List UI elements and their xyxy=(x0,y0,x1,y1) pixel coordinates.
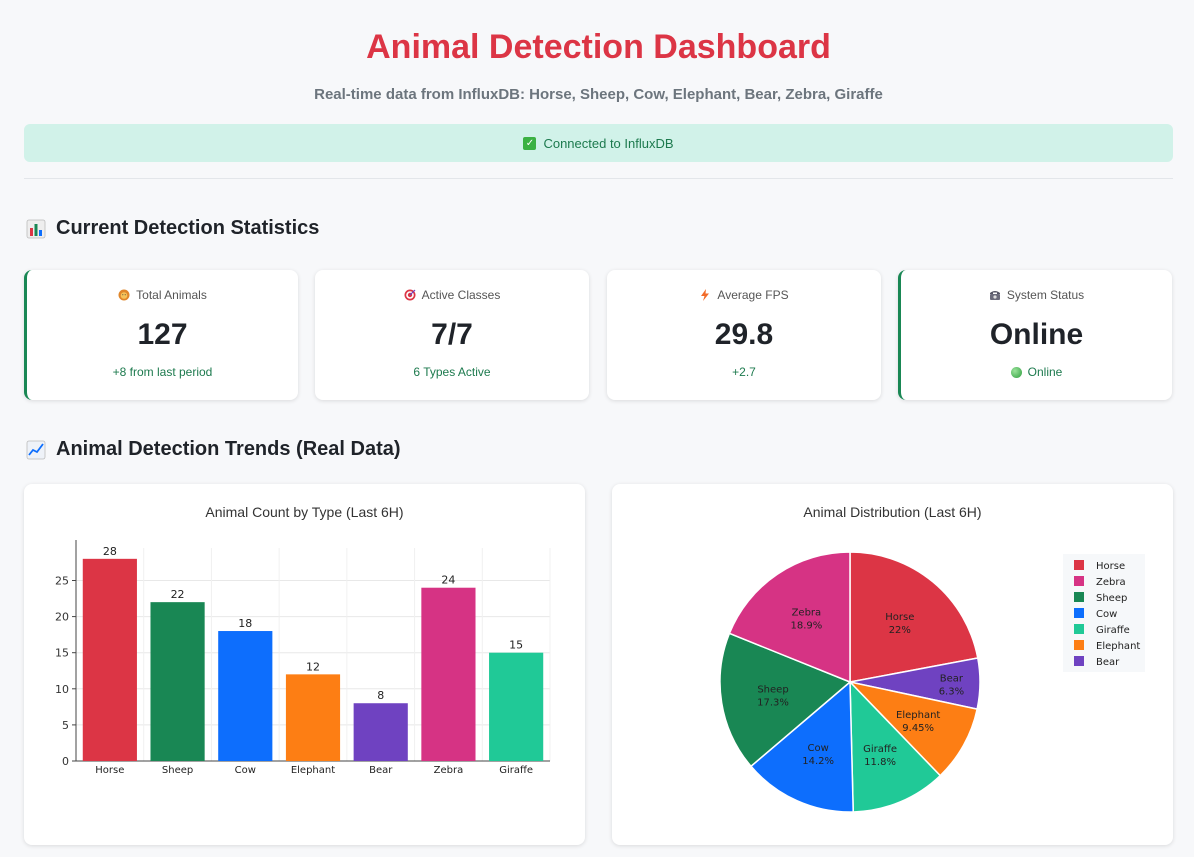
y-tick-label: 20 xyxy=(55,611,69,624)
card-sub: +8 from last period xyxy=(112,365,213,379)
card-value: 127 xyxy=(137,318,188,351)
y-tick-label: 15 xyxy=(55,647,69,660)
pie-slice-label: Bear xyxy=(940,673,964,684)
bar-cow xyxy=(218,631,273,761)
bar-bear xyxy=(353,703,408,761)
legend-item-label: Zebra xyxy=(1096,577,1126,588)
card-active-classes: Active Classes 7/7 6 Types Active xyxy=(315,270,589,400)
x-tick-label: Zebra xyxy=(434,765,464,776)
legend-swatch xyxy=(1074,640,1084,650)
card-sub: +2.7 xyxy=(732,365,756,379)
x-tick-label: Horse xyxy=(95,765,124,776)
card-value: Online xyxy=(989,318,1084,351)
legend-item-label: Giraffe xyxy=(1096,625,1130,636)
pie-slice-percent: 18.9% xyxy=(790,620,822,631)
pie-chart-panel: Animal Distribution (Last 6H) Horse 22% Be… xyxy=(612,484,1173,845)
bar-value-label: 22 xyxy=(171,588,185,601)
card-value: 7/7 xyxy=(431,318,473,351)
check-icon: ✓ xyxy=(523,136,537,150)
bar-value-label: 8 xyxy=(377,689,384,702)
bar-value-label: 15 xyxy=(509,639,523,652)
telephone-icon xyxy=(989,291,1000,300)
pie-slice-percent: 11.8% xyxy=(864,757,896,768)
connection-banner: ✓ Connected to InfluxDB xyxy=(24,124,1173,162)
x-tick-label: Giraffe xyxy=(499,765,533,776)
legend-swatch xyxy=(1074,608,1084,618)
target-icon xyxy=(404,289,416,301)
pie-slice-percent: 17.3% xyxy=(757,697,789,708)
online-dot-icon xyxy=(1010,366,1022,378)
trend-chart-icon xyxy=(26,440,46,459)
legend-item-label: Elephant xyxy=(1096,641,1140,652)
card-label: Average FPS xyxy=(717,288,789,302)
pie-slice-percent: 6.3% xyxy=(939,686,964,697)
trends-section-title: Animal Detection Trends (Real Data) xyxy=(26,438,401,461)
card-value: 29.8 xyxy=(714,318,774,351)
legend-swatch xyxy=(1074,576,1084,586)
card-system-status: System Status Online Online xyxy=(898,270,1172,400)
card-label: Total Animals xyxy=(136,288,207,302)
card-sub: 6 Types Active xyxy=(413,365,491,379)
pie-legend: Horse Zebra Sheep Cow Giraffe Elephant Bear xyxy=(1063,554,1145,672)
legend-swatch xyxy=(1074,656,1084,666)
card-total-animals: Total Animals 127 +8 from last period xyxy=(24,270,298,400)
legend-swatch xyxy=(1074,624,1084,634)
pie-slice-label: Elephant xyxy=(896,710,940,721)
page-subtitle: Real-time data from InfluxDB: Horse, She… xyxy=(314,86,883,103)
card-average-fps: Average FPS 29.8 +2.7 xyxy=(607,270,881,400)
legend-swatch xyxy=(1074,592,1084,602)
bar-value-label: 28 xyxy=(103,545,117,558)
bar-value-label: 18 xyxy=(238,617,252,630)
y-tick-label: 10 xyxy=(55,683,69,696)
pie-slice-label: Giraffe xyxy=(863,744,897,755)
pie-slice-label: Horse xyxy=(885,612,914,623)
x-tick-label: Sheep xyxy=(162,765,193,776)
y-tick-label: 0 xyxy=(62,755,69,768)
legend-item-label: Bear xyxy=(1096,657,1120,668)
pie-slice-percent: 9.45% xyxy=(902,723,934,734)
y-tick-label: 25 xyxy=(55,574,69,587)
bar-chart-icon xyxy=(26,219,46,238)
divider xyxy=(24,178,1173,179)
bar-sheep xyxy=(150,602,205,761)
pie-slice-label: Sheep xyxy=(757,684,788,695)
bar-value-label: 12 xyxy=(306,660,320,673)
x-tick-label: Cow xyxy=(235,765,256,776)
card-label: Active Classes xyxy=(421,288,501,302)
bar-horse xyxy=(82,558,137,761)
dashboard-page: Animal Detection Dashboard Real-time dat… xyxy=(24,0,1173,857)
bar-chart-panel: Animal Count by Type (Last 6H) 0 5 10 15 20 2… xyxy=(24,484,585,845)
bar-zebra xyxy=(421,587,476,761)
card-label: System Status xyxy=(1006,288,1085,302)
bar-elephant xyxy=(285,674,341,761)
page-title: Animal Detection Dashboard xyxy=(366,28,831,66)
connection-status: Connected to InfluxDB xyxy=(543,135,674,151)
bar-chart: 0 5 10 15 20 25 28 Horse 22 Sheep 18 Cow 12 Elephant 8… xyxy=(55,540,551,776)
trends-title-text: Animal Detection Trends (Real Data) xyxy=(56,438,401,460)
lightning-icon xyxy=(701,289,710,301)
lion-icon xyxy=(118,289,130,301)
legend-item-label: Cow xyxy=(1096,609,1117,620)
legend-item-label: Sheep xyxy=(1096,593,1127,604)
legend-swatch xyxy=(1074,560,1084,570)
pie-slice-label: Zebra xyxy=(792,607,822,618)
card-sub: Online xyxy=(1027,365,1063,379)
pie-slice-percent: 14.2% xyxy=(802,756,834,767)
stats-cards: Total Animals 127 +8 from last period Ac… xyxy=(24,270,1173,400)
legend-item-label: Horse xyxy=(1096,561,1125,572)
pie-slice-percent: 22% xyxy=(889,625,911,636)
stats-section-title: Current Detection Statistics xyxy=(26,217,319,240)
stats-title-text: Current Detection Statistics xyxy=(56,217,320,239)
pie-slice-label: Cow xyxy=(808,743,829,754)
bar-giraffe xyxy=(489,652,544,761)
bar-value-label: 24 xyxy=(441,574,455,587)
y-tick-label: 5 xyxy=(62,719,69,732)
x-tick-label: Elephant xyxy=(291,765,335,776)
x-tick-label: Bear xyxy=(369,765,393,776)
pie-chart: Horse 22% Bear 6.3% Elephant 9.45% Giraffe 11.8… xyxy=(719,551,1145,813)
